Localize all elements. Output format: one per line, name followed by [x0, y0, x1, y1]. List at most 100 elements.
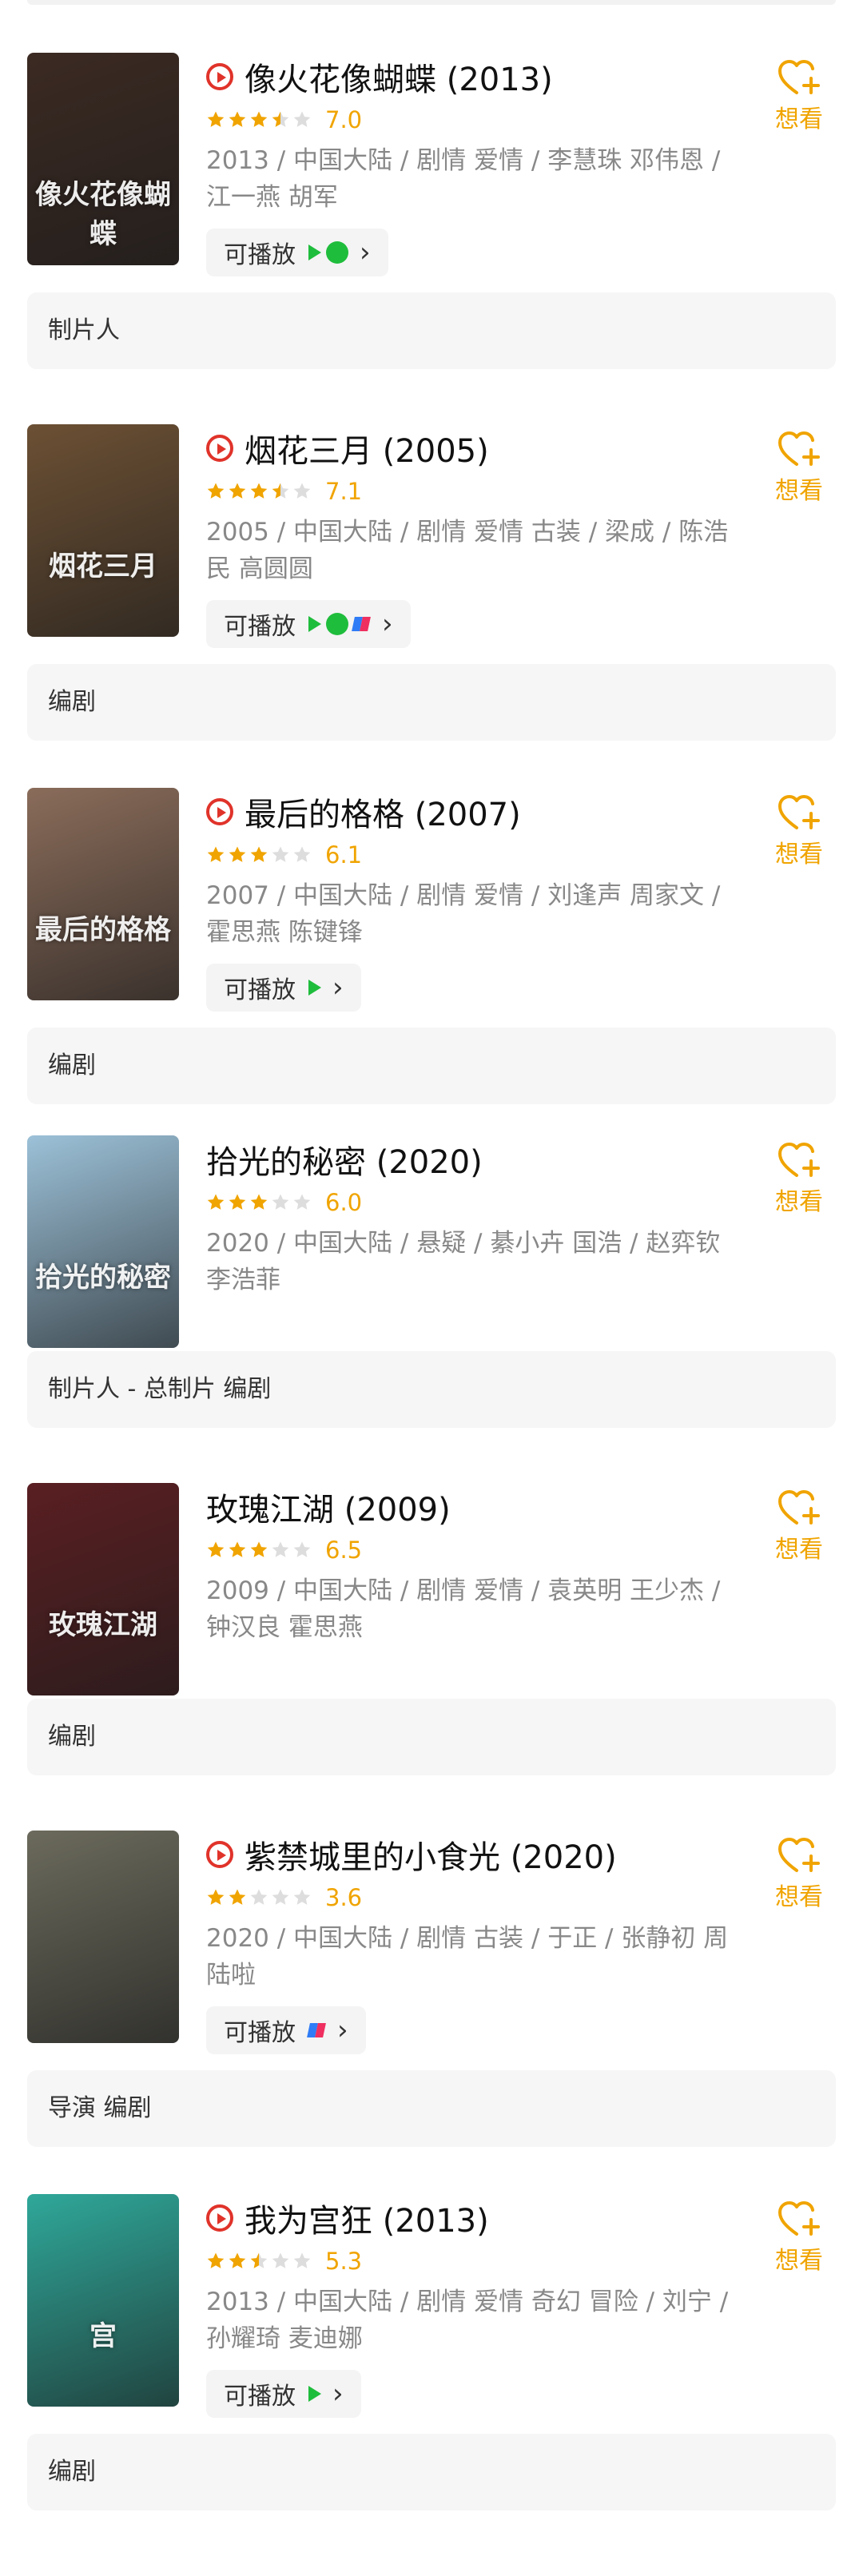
- rating-score: 7.1: [325, 478, 363, 505]
- star-icon: [206, 482, 225, 501]
- rating-score: 6.5: [325, 1536, 363, 1564]
- title-row: 玫瑰江湖 (2009): [206, 1483, 734, 1531]
- playable-button[interactable]: 可播放 ›: [206, 229, 388, 276]
- movie-poster[interactable]: [27, 1831, 179, 2043]
- poster-title-art: 烟花三月: [49, 551, 157, 582]
- playable-label: 可播放: [224, 241, 296, 269]
- tencent-video-icon: [308, 2386, 321, 2402]
- star-icon: [292, 1540, 312, 1560]
- movie-poster[interactable]: 烟花三月: [27, 424, 179, 637]
- rating-stars: [206, 1540, 314, 1560]
- playable-label: 可播放: [224, 613, 296, 641]
- title-row: 紫禁城里的小食光 (2020): [206, 1831, 734, 1878]
- movie-title[interactable]: 拾光的秘密 (2020): [206, 1136, 483, 1183]
- iqiyi-icon: [326, 613, 348, 635]
- star-icon: [249, 1888, 268, 1907]
- rating-score: 3.6: [325, 1884, 363, 1911]
- playable-button[interactable]: 可播放 ›: [206, 2006, 366, 2054]
- rating-row: 3.6: [206, 1880, 734, 1915]
- star-icon: [271, 482, 290, 501]
- rating-stars: [206, 845, 314, 865]
- want-to-watch-button[interactable]: 想看: [767, 1488, 831, 1564]
- movie-info: 烟花三月 (2005) 7.1 2005 / 中国大陆 / 剧情 爱情 古装 / 梁…: [206, 424, 734, 648]
- iqiyi-icon: [326, 241, 348, 264]
- rating-stars: [206, 2252, 314, 2271]
- movie-meta: 2007 / 中国大陆 / 剧情 爱情 / 刘逢声 周家文 / 霍思燕 陈键锋: [206, 881, 721, 947]
- poster-title-art: 像火花像蝴蝶: [35, 179, 171, 250]
- movie-title[interactable]: 我为宫狂 (2013): [245, 2195, 489, 2241]
- heart-plus-icon: [778, 60, 820, 94]
- role-bar: 制片人 - 总制片 编剧: [27, 1351, 836, 1428]
- movie-info: 紫禁城里的小食光 (2020) 3.6 2020 / 中国大陆 / 剧情 古装 / …: [206, 1831, 734, 2054]
- play-icon: [206, 798, 233, 825]
- play-icon: [206, 2204, 233, 2232]
- heart-plus-icon: [778, 1143, 820, 1177]
- rating-row: 5.3: [206, 2244, 734, 2279]
- star-icon: [228, 2252, 247, 2271]
- star-icon: [206, 110, 225, 129]
- chevron-right-icon: ›: [337, 2014, 348, 2046]
- chevron-right-icon: ›: [332, 972, 344, 1004]
- movie-title[interactable]: 烟花三月 (2005): [245, 425, 489, 471]
- role-bar: 编剧: [27, 2434, 836, 2510]
- want-to-watch-button[interactable]: 想看: [767, 1140, 831, 1217]
- rating-score: 7.0: [325, 106, 363, 133]
- movie-poster[interactable]: 像火花像蝴蝶: [27, 53, 179, 265]
- star-icon: [292, 2252, 312, 2271]
- movie-title[interactable]: 最后的格格 (2007): [245, 789, 521, 835]
- want-to-watch-button[interactable]: 想看: [767, 2199, 831, 2276]
- heart-plus-icon: [778, 2201, 820, 2236]
- movie-title[interactable]: 紫禁城里的小食光 (2020): [245, 1831, 617, 1878]
- star-icon: [228, 845, 247, 865]
- movie-meta: 2020 / 中国大陆 / 悬疑 / 綦小卉 国浩 / 赵弈钦 李浩菲: [206, 1229, 721, 1294]
- star-icon: [249, 1193, 268, 1212]
- playable-button[interactable]: 可播放 ›: [206, 2370, 361, 2418]
- movie-title[interactable]: 像火花像蝴蝶 (2013): [245, 54, 553, 100]
- rating-stars: [206, 482, 314, 501]
- title-row: 最后的格格 (2007): [206, 788, 734, 836]
- star-icon: [271, 1193, 290, 1212]
- rating-stars: [206, 1888, 314, 1907]
- want-to-watch-button[interactable]: 想看: [767, 58, 831, 134]
- play-icon: [206, 63, 233, 90]
- star-icon: [206, 845, 225, 865]
- chevron-right-icon: ›: [382, 608, 393, 640]
- role-bar: 制片人: [27, 292, 836, 369]
- movie-meta: 2013 / 中国大陆 / 剧情 爱情 / 李慧珠 邓伟恩 / 江一燕 胡军: [206, 146, 721, 212]
- want-to-watch-button[interactable]: 想看: [767, 793, 831, 869]
- movie-poster[interactable]: 玫瑰江湖: [27, 1483, 179, 1695]
- movie-info: 我为宫狂 (2013) 5.3 2013 / 中国大陆 / 剧情 爱情 奇幻 冒险 …: [206, 2194, 734, 2418]
- star-icon: [249, 2252, 268, 2271]
- want-to-watch-button[interactable]: 想看: [767, 429, 831, 506]
- star-icon: [249, 845, 268, 865]
- movie-title[interactable]: 玫瑰江湖 (2009): [206, 1484, 451, 1530]
- star-icon: [271, 845, 290, 865]
- star-icon: [228, 482, 247, 501]
- heart-plus-icon: [778, 1490, 820, 1525]
- star-icon: [271, 1540, 290, 1560]
- star-icon: [228, 1888, 247, 1907]
- heart-plus-icon: [778, 1838, 820, 1872]
- want-to-watch-button[interactable]: 想看: [767, 1835, 831, 1912]
- star-icon: [249, 1540, 268, 1560]
- movie-poster[interactable]: 最后的格格: [27, 788, 179, 1000]
- playable-button[interactable]: 可播放 ›: [206, 964, 361, 1012]
- star-icon: [249, 482, 268, 501]
- title-row: 烟花三月 (2005): [206, 424, 734, 472]
- movie-meta: 2009 / 中国大陆 / 剧情 爱情 / 袁英明 王少杰 / 钟汉良 霍思燕: [206, 1576, 721, 1642]
- movie-info: 最后的格格 (2007) 6.1 2007 / 中国大陆 / 剧情 爱情 / 刘逢声…: [206, 788, 734, 1012]
- rating-score: 6.0: [325, 1189, 363, 1216]
- movie-meta: 2020 / 中国大陆 / 剧情 古装 / 于正 / 张静初 周陆啦: [206, 1924, 729, 1990]
- movie-poster[interactable]: 拾光的秘密: [27, 1135, 179, 1348]
- star-icon: [249, 110, 268, 129]
- star-icon: [206, 1888, 225, 1907]
- role-bar: 编剧: [27, 664, 836, 741]
- star-icon: [228, 1540, 247, 1560]
- want-to-watch-label: 想看: [775, 841, 823, 869]
- movie-meta: 2013 / 中国大陆 / 剧情 爱情 奇幻 冒险 / 刘宁 / 孙耀琦 麦迪娜: [206, 2288, 729, 2353]
- movie-poster[interactable]: 宫: [27, 2194, 179, 2407]
- want-to-watch-label: 想看: [775, 1883, 823, 1911]
- playable-button[interactable]: 可播放 ›: [206, 600, 411, 648]
- chevron-right-icon: ›: [360, 237, 371, 268]
- top-divider: [27, 0, 836, 5]
